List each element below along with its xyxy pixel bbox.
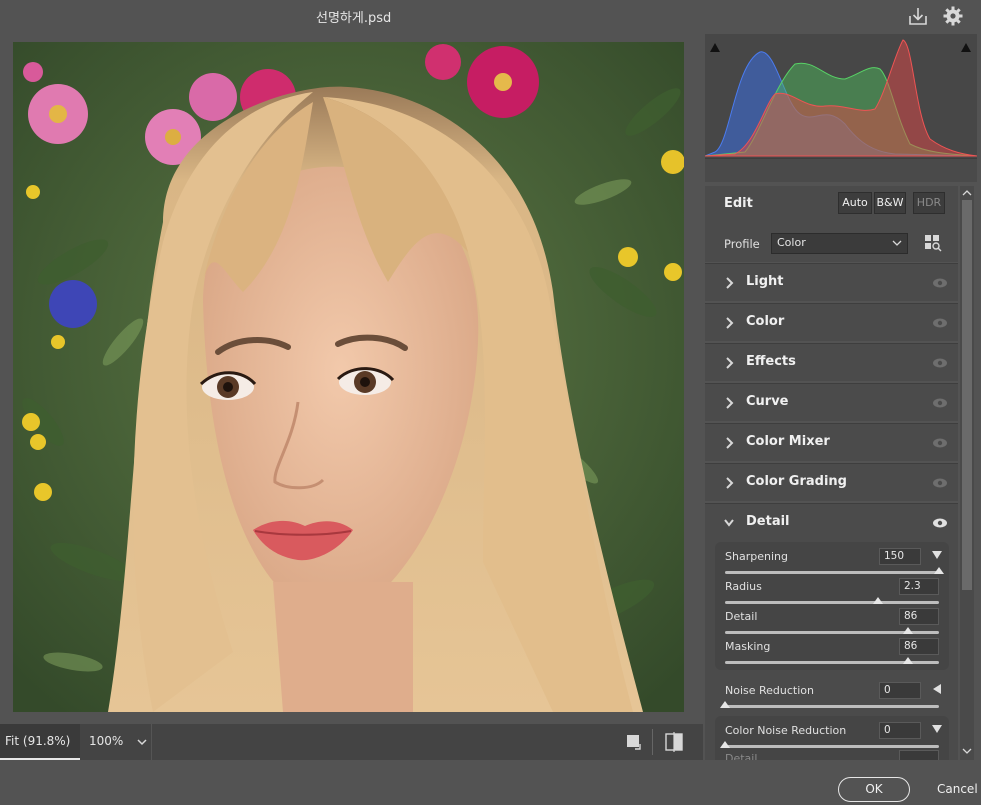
cn-detail-label: Detail [725, 752, 758, 760]
noise-reduction-input[interactable]: 0 [879, 682, 921, 699]
section-label: Light [746, 274, 784, 289]
detail-label: Detail [725, 610, 758, 623]
window-title: 선명하게.psd [316, 11, 392, 26]
auto-button[interactable]: Auto [838, 192, 872, 214]
toolbar-divider [652, 729, 653, 755]
slider-thumb[interactable] [903, 627, 913, 634]
radius-label: Radius [725, 580, 762, 593]
slider-thumb[interactable] [873, 597, 883, 604]
eye-icon[interactable] [932, 436, 948, 450]
crop-view-icon[interactable] [626, 734, 642, 750]
panel-scrollbar[interactable] [960, 186, 974, 760]
title-bar: 선명하게.psd [0, 0, 981, 34]
collapse-triangle-icon[interactable] [931, 723, 943, 735]
adjustments-panel: Edit Auto B&W HDR Profile Color Light Co… [703, 34, 981, 763]
profile-browser-icon[interactable] [924, 234, 942, 252]
noise-reduction-slider[interactable]: Noise Reduction 0 [705, 676, 958, 710]
zoom-dropdown[interactable] [132, 724, 152, 760]
section-light[interactable]: Light [705, 263, 958, 301]
color-noise-reduction-group: Color Noise Reduction 0 Detail [715, 716, 949, 760]
collapse-triangle-icon[interactable] [931, 549, 943, 561]
masking-input[interactable]: 86 [899, 638, 939, 655]
bw-button[interactable]: B&W [874, 192, 906, 214]
eye-icon[interactable] [932, 396, 948, 410]
masking-label: Masking [725, 640, 771, 653]
zoom-100-button[interactable]: 100% [80, 724, 132, 760]
dialog-footer: OK Cancel [0, 760, 981, 805]
edit-header: Edit Auto B&W HDR Profile Color [705, 186, 958, 262]
scroll-thumb[interactable] [962, 200, 972, 590]
profile-value: Color [777, 236, 806, 249]
sharpening-input[interactable]: 150 [879, 548, 921, 565]
detail-input[interactable]: 86 [899, 608, 939, 625]
image-preview-area [0, 34, 703, 724]
slider-track[interactable] [725, 601, 939, 604]
eye-icon[interactable] [932, 356, 948, 370]
eye-icon[interactable] [932, 316, 948, 330]
expand-triangle-icon[interactable] [931, 683, 943, 695]
sharpening-label: Sharpening [725, 550, 788, 563]
highlight-clipping-icon[interactable] [960, 38, 972, 52]
section-curve[interactable]: Curve [705, 383, 958, 421]
ok-button[interactable]: OK [838, 777, 910, 802]
shadow-clipping-icon[interactable] [709, 38, 721, 52]
slider-thumb[interactable] [720, 701, 730, 708]
photo-preview[interactable] [13, 42, 684, 712]
histogram [704, 34, 978, 158]
slider-thumb[interactable] [903, 657, 913, 664]
gear-icon[interactable] [942, 5, 964, 27]
eye-icon[interactable] [932, 276, 948, 290]
cn-detail-input[interactable] [899, 750, 939, 760]
profile-select[interactable]: Color [771, 233, 908, 254]
before-after-icon[interactable] [664, 732, 684, 752]
section-label: Color Grading [746, 474, 847, 489]
section-label: Effects [746, 354, 796, 369]
hdr-button[interactable]: HDR [913, 192, 945, 214]
sharpening-slider[interactable]: Sharpening 150 [715, 548, 949, 580]
radius-slider[interactable]: Radius 2.3 [715, 578, 949, 610]
profile-label: Profile [724, 237, 760, 251]
save-download-icon[interactable] [907, 5, 929, 27]
cancel-button[interactable]: Cancel [937, 782, 978, 796]
scroll-up-icon[interactable] [962, 188, 972, 198]
scroll-down-icon[interactable] [962, 746, 972, 756]
masking-slider[interactable]: Masking 86 [715, 638, 949, 670]
zoom-fit-button[interactable]: Fit (91.8%) [0, 724, 80, 760]
sharpening-group: Sharpening 150 Radius 2.3 Detail 86 Mask… [715, 542, 949, 670]
slider-track[interactable] [725, 705, 939, 708]
edit-title: Edit [724, 196, 753, 211]
section-label: Color [746, 314, 785, 329]
radius-input[interactable]: 2.3 [899, 578, 939, 595]
view-toolbar: Fit (91.8%) 100% [0, 724, 703, 760]
slider-track[interactable] [725, 745, 939, 748]
eye-icon[interactable] [932, 476, 948, 490]
slider-thumb[interactable] [934, 567, 944, 574]
color-noise-reduction-label: Color Noise Reduction [725, 724, 847, 737]
section-label: Curve [746, 394, 789, 409]
eye-icon[interactable] [932, 516, 948, 530]
noise-reduction-label: Noise Reduction [725, 684, 814, 697]
section-label: Color Mixer [746, 434, 830, 449]
color-noise-reduction-input[interactable]: 0 [879, 722, 921, 739]
detail-slider[interactable]: Detail 86 [715, 608, 949, 640]
section-label: Detail [746, 514, 790, 529]
slider-track[interactable] [725, 571, 939, 574]
slider-thumb[interactable] [720, 741, 730, 748]
histogram-info-bar [705, 158, 977, 182]
section-color-grading[interactable]: Color Grading [705, 463, 958, 501]
section-color[interactable]: Color [705, 303, 958, 341]
section-effects[interactable]: Effects [705, 343, 958, 381]
section-color-mixer[interactable]: Color Mixer [705, 423, 958, 461]
